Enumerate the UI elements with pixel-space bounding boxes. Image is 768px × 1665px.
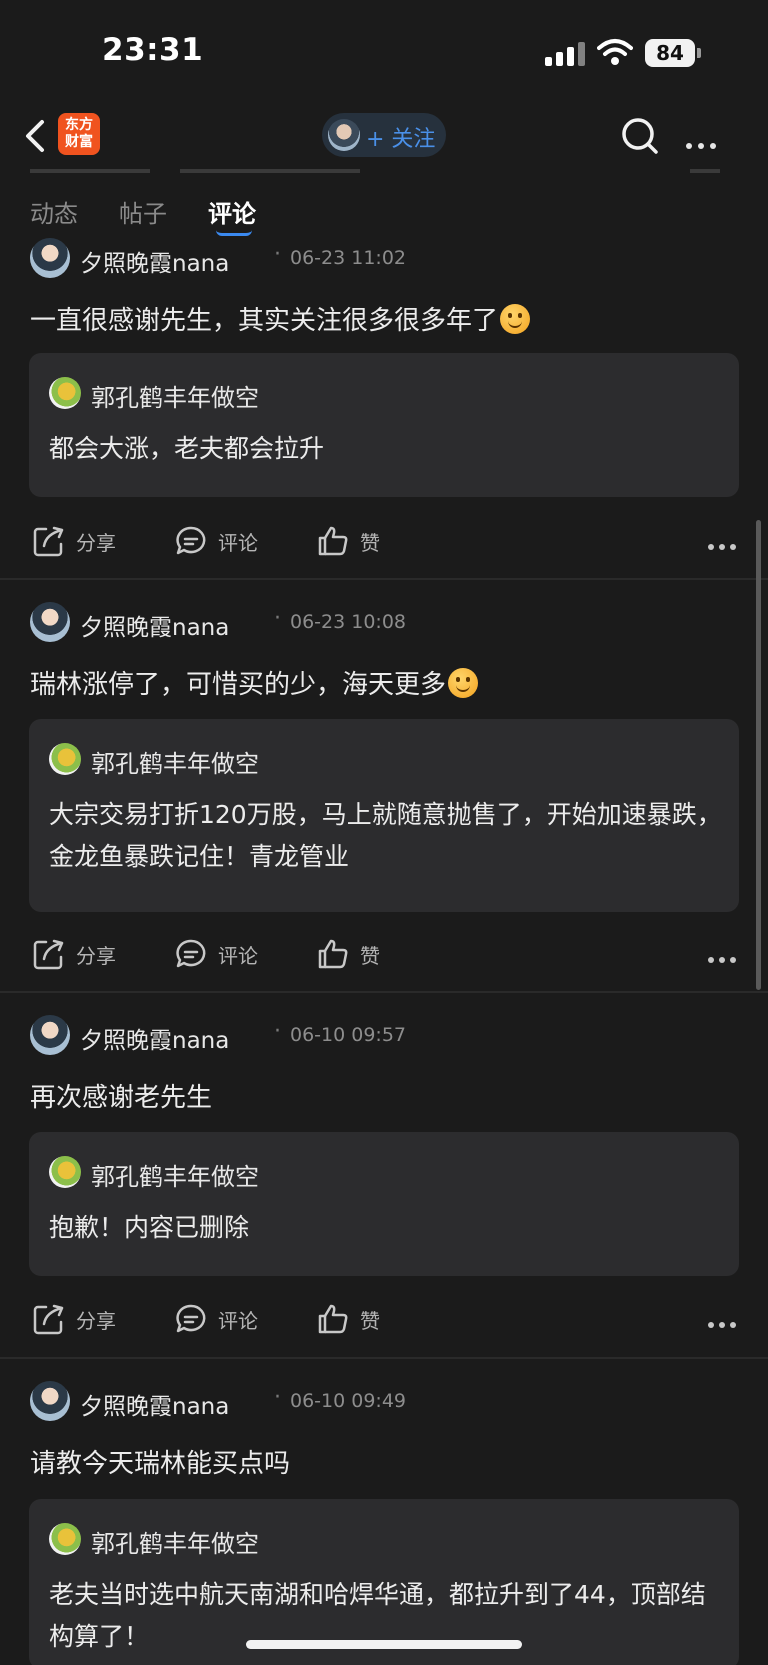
profile-tabs: 动态 帖子 评论 xyxy=(0,178,768,236)
like-button[interactable]: 赞 xyxy=(316,1298,396,1338)
smile-emoji-icon xyxy=(500,304,531,334)
search-icon[interactable] xyxy=(620,116,660,156)
comment-author[interactable]: 夕照晚霞nana xyxy=(80,1021,229,1055)
more-options-icon[interactable] xyxy=(708,1313,748,1328)
separator-dot: · xyxy=(274,1019,281,1044)
quote-author: 郭孔鹤丰年做空 xyxy=(91,384,259,412)
comment-text-row[interactable]: 一直很感谢先生，其实关注很多很多年了 xyxy=(30,300,531,337)
smile-emoji-icon xyxy=(448,668,479,698)
quoted-post[interactable]: 郭孔鹤丰年做空 抱歉！内容已删除 xyxy=(29,1132,739,1276)
thumbs-up-icon xyxy=(318,1304,348,1334)
comment-item: 夕照晚霞nana · 06-10 09:49 请教今天瑞林能买点吗 郭孔鹤丰年做… xyxy=(0,1381,768,1665)
like-label: 赞 xyxy=(360,531,380,555)
share-icon xyxy=(33,526,64,557)
thumbs-up-icon xyxy=(318,939,348,969)
comment-text[interactable]: 请教今天瑞林能买点吗 xyxy=(30,1443,290,1480)
quote-author: 郭孔鹤丰年做空 xyxy=(91,1530,259,1558)
cellular-signal-icon xyxy=(545,42,587,66)
divider xyxy=(0,1357,768,1359)
avatar xyxy=(328,119,360,151)
nav-bar: 东方 财富 + 关注 xyxy=(0,100,768,175)
quoted-post[interactable]: 郭孔鹤丰年做空 都会大涨，老夫都会拉升 xyxy=(29,353,739,497)
separator-dot: · xyxy=(274,242,281,267)
avatar[interactable] xyxy=(30,238,70,278)
like-button[interactable]: 赞 xyxy=(316,933,396,973)
share-icon xyxy=(33,939,64,970)
follow-button[interactable]: + 关注 xyxy=(322,113,446,157)
tab-posts[interactable]: 帖子 xyxy=(119,194,167,229)
battery-nub xyxy=(697,48,701,58)
follow-label: + 关注 xyxy=(366,127,436,152)
divider xyxy=(0,991,768,993)
comment-label: 评论 xyxy=(218,944,258,968)
active-tab-indicator xyxy=(216,230,252,236)
comment-text-row[interactable]: 瑞林涨停了，可惜买的少，海天更多 xyxy=(30,664,479,701)
comment-label: 评论 xyxy=(218,1309,258,1333)
comment-text: 一直很感谢先生，其实关注很多很多年了 xyxy=(30,306,499,336)
comment-actions: 分享 评论 赞 xyxy=(0,1298,768,1338)
comment-label: 评论 xyxy=(218,531,258,555)
share-label: 分享 xyxy=(76,944,116,968)
logo-line-1: 东方 xyxy=(65,117,93,133)
comment-button[interactable]: 评论 xyxy=(174,933,264,973)
avatar xyxy=(49,1523,81,1555)
comment-time: 06-23 11:02 xyxy=(290,247,407,269)
avatar xyxy=(49,743,81,775)
comment-bubble-icon xyxy=(176,526,206,555)
status-bar: 23:31 84 xyxy=(0,0,768,100)
tab-comments[interactable]: 评论 xyxy=(208,194,256,229)
divider xyxy=(0,578,768,580)
quote-text: 都会大涨，老夫都会拉升 xyxy=(49,434,325,463)
share-icon xyxy=(33,1304,64,1335)
comment-author[interactable]: 夕照晚霞nana xyxy=(80,1387,229,1421)
comment-text[interactable]: 再次感谢老先生 xyxy=(30,1077,212,1114)
scrollbar[interactable] xyxy=(756,520,761,990)
status-time: 23:31 xyxy=(102,32,204,68)
share-button[interactable]: 分享 xyxy=(32,1298,122,1338)
more-options-icon[interactable] xyxy=(708,535,748,550)
more-options-icon[interactable] xyxy=(686,134,722,149)
share-label: 分享 xyxy=(76,531,116,555)
quote-text: 抱歉！内容已删除 xyxy=(49,1213,250,1242)
tab-dynamics[interactable]: 动态 xyxy=(30,194,78,229)
back-arrow-icon[interactable] xyxy=(22,118,48,154)
more-options-icon[interactable] xyxy=(708,948,748,963)
quoted-post[interactable]: 郭孔鹤丰年做空 大宗交易打折120万股，马上就随意抛售了，开始加速暴跌，金龙鱼暴… xyxy=(29,719,739,912)
home-indicator[interactable] xyxy=(246,1640,522,1649)
share-button[interactable]: 分享 xyxy=(32,520,122,560)
comment-actions: 分享 评论 赞 xyxy=(0,933,768,973)
logo-line-2: 财富 xyxy=(65,134,93,150)
app-logo[interactable]: 东方 财富 xyxy=(58,113,100,155)
battery-icon: 84 xyxy=(645,39,695,67)
avatar[interactable] xyxy=(30,1381,70,1421)
quote-text: 大宗交易打折120万股，马上就随意抛售了，开始加速暴跌，金龙鱼暴跌记住！青龙管业 xyxy=(49,800,722,871)
comment-button[interactable]: 评论 xyxy=(174,1298,264,1338)
like-label: 赞 xyxy=(360,1309,380,1333)
thumbs-up-icon xyxy=(318,526,348,556)
scrolled-content-edge xyxy=(30,166,730,174)
like-button[interactable]: 赞 xyxy=(316,520,396,560)
comment-text: 瑞林涨停了，可惜买的少，海天更多 xyxy=(30,670,447,700)
separator-dot: · xyxy=(274,606,281,631)
comment-bubble-icon xyxy=(176,939,206,968)
comment-time: 06-10 09:57 xyxy=(290,1024,407,1046)
comment-author[interactable]: 夕照晚霞nana xyxy=(80,244,229,278)
comment-button[interactable]: 评论 xyxy=(174,520,264,560)
avatar xyxy=(49,1156,81,1188)
quote-author: 郭孔鹤丰年做空 xyxy=(91,750,259,778)
avatar[interactable] xyxy=(30,602,70,642)
separator-dot: · xyxy=(274,1385,281,1410)
share-button[interactable]: 分享 xyxy=(32,933,122,973)
avatar xyxy=(49,377,81,409)
quote-author: 郭孔鹤丰年做空 xyxy=(91,1163,259,1191)
avatar[interactable] xyxy=(30,1015,70,1055)
wifi-icon xyxy=(597,39,633,65)
comment-time: 06-10 09:49 xyxy=(290,1390,407,1412)
share-label: 分享 xyxy=(76,1309,116,1333)
comment-time: 06-23 10:08 xyxy=(290,611,407,633)
comment-actions: 分享 评论 赞 xyxy=(0,520,768,560)
comment-bubble-icon xyxy=(176,1304,206,1333)
like-label: 赞 xyxy=(360,944,380,968)
comment-author[interactable]: 夕照晚霞nana xyxy=(80,608,229,642)
